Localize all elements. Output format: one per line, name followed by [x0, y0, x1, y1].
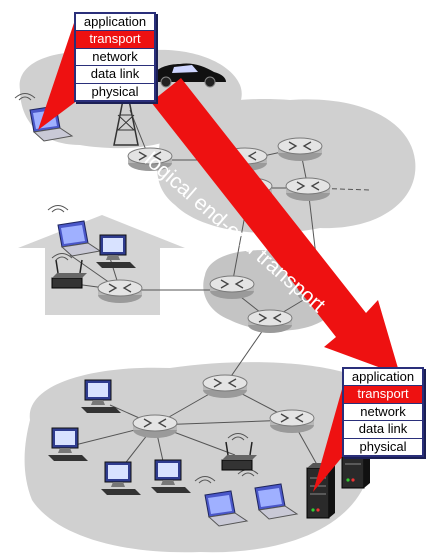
- router-icon: [285, 177, 331, 202]
- router-icon: [247, 309, 293, 334]
- destination-protocol-stack: application transport network data link phys…: [342, 367, 424, 457]
- router-icon: [277, 137, 323, 162]
- router-icon: [132, 414, 178, 439]
- network-diagram: [14, 20, 416, 553]
- layer-application: application: [76, 14, 154, 32]
- layer-physical: physical: [91, 83, 139, 99]
- wireless-signal-icon: [47, 205, 69, 213]
- layer-network: network: [76, 49, 154, 67]
- router-icon: [209, 275, 255, 300]
- layer-network: network: [344, 404, 422, 422]
- router-icon: [97, 279, 143, 304]
- layer-transport: transport: [344, 386, 422, 404]
- layer-physical: physical: [359, 438, 407, 454]
- layer-application: application: [344, 369, 422, 387]
- router-icon: [202, 374, 248, 399]
- layer-data-link: data link: [344, 421, 422, 439]
- layer-data-link: data link: [76, 66, 154, 84]
- source-protocol-stack: application transport network data link phys…: [74, 12, 156, 102]
- layer-transport: transport: [76, 31, 154, 49]
- router-icon: [269, 409, 315, 434]
